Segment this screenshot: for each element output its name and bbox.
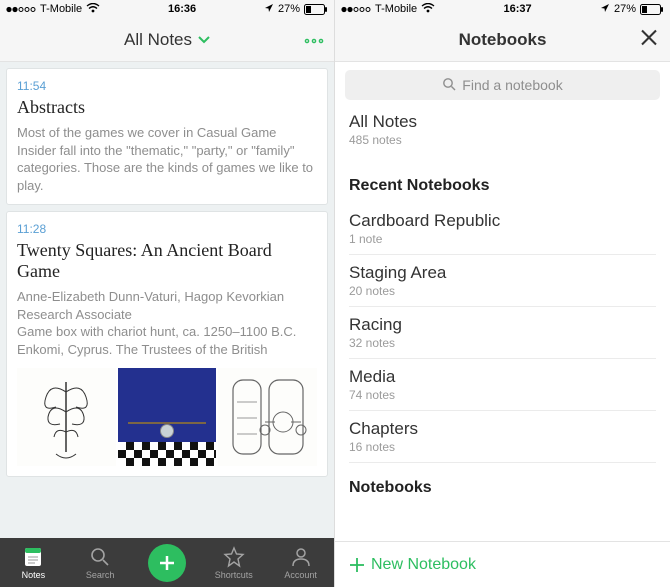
row-subtitle: 74 notes <box>349 388 656 402</box>
row-subtitle: 20 notes <box>349 284 656 298</box>
row-subtitle: 485 notes <box>349 133 656 147</box>
tab-add[interactable] <box>134 538 201 587</box>
row-subtitle: 32 notes <box>349 336 656 350</box>
thumbnail-image <box>118 368 217 466</box>
location-arrow-icon <box>264 3 274 16</box>
tab-notes[interactable]: Notes <box>0 538 67 587</box>
battery-pct-label: 27% <box>278 3 300 15</box>
nav-bar-notes: All Notes <box>0 18 334 62</box>
plus-icon <box>349 557 365 573</box>
section-header-recent: Recent Notebooks <box>349 161 656 203</box>
plus-icon <box>148 544 186 582</box>
notebook-row[interactable]: Racing 32 notes <box>349 307 656 359</box>
tab-label: Shortcuts <box>215 570 253 580</box>
status-bar: T-Mobile 16:36 27% <box>0 0 334 18</box>
notebook-row[interactable]: Chapters 16 notes <box>349 411 656 463</box>
row-title: Media <box>349 367 656 387</box>
nav-title: All Notes <box>124 30 192 50</box>
more-options-button[interactable] <box>304 31 324 49</box>
notes-list[interactable]: 11:54 Abstracts Most of the games we cov… <box>0 62 334 538</box>
battery-pct-label: 27% <box>614 3 636 15</box>
nav-bar-notebooks: Notebooks <box>335 18 670 62</box>
account-icon <box>290 545 312 569</box>
status-bar: T-Mobile 16:37 27% <box>335 0 670 18</box>
notes-icon <box>22 545 44 569</box>
tab-bar: Notes Search Shortcuts <box>0 538 334 587</box>
wifi-icon <box>421 3 435 16</box>
tab-search[interactable]: Search <box>67 538 134 587</box>
thumbnail-image <box>17 368 116 466</box>
chevron-down-icon <box>198 36 210 44</box>
carrier-label: T-Mobile <box>40 3 82 15</box>
search-icon <box>442 77 456 94</box>
nav-title-dropdown[interactable]: All Notes <box>124 30 210 50</box>
star-icon <box>223 545 245 569</box>
note-card[interactable]: 11:54 Abstracts Most of the games we cov… <box>6 68 328 205</box>
row-title: Staging Area <box>349 263 656 283</box>
battery-icon <box>640 4 664 15</box>
row-subtitle: 1 note <box>349 232 656 246</box>
clock: 16:37 <box>504 3 532 15</box>
section-header-notebooks: Notebooks <box>349 463 656 505</box>
search-icon <box>89 545 111 569</box>
note-snippet: Anne-Elizabeth Dunn-Vaturi, Hagop Kevork… <box>17 288 317 358</box>
row-title: Chapters <box>349 419 656 439</box>
notebooks-list[interactable]: All Notes 485 notes Recent Notebooks Car… <box>335 108 670 541</box>
notebook-row[interactable]: Cardboard Republic 1 note <box>349 203 656 255</box>
signal-dots-icon <box>6 6 36 13</box>
notebook-row[interactable]: Media 74 notes <box>349 359 656 411</box>
note-snippet: Most of the games we cover in Casual Gam… <box>17 124 317 194</box>
carrier-label: T-Mobile <box>375 3 417 15</box>
location-arrow-icon <box>600 3 610 16</box>
thumbnail-image <box>218 368 317 466</box>
note-card[interactable]: 11:28 Twenty Squares: An Ancient Board G… <box>6 211 328 477</box>
note-timestamp: 11:54 <box>17 79 317 93</box>
note-thumbnails <box>17 368 317 466</box>
clock: 16:36 <box>168 3 196 15</box>
note-timestamp: 11:28 <box>17 222 317 236</box>
notebook-row[interactable]: Staging Area 20 notes <box>349 255 656 307</box>
new-notebook-label: New Notebook <box>371 556 476 574</box>
note-title: Abstracts <box>17 97 317 118</box>
close-button[interactable] <box>640 28 658 51</box>
tab-label: Search <box>86 570 115 580</box>
row-title: All Notes <box>349 112 656 132</box>
wifi-icon <box>86 3 100 16</box>
tab-shortcuts[interactable]: Shortcuts <box>200 538 267 587</box>
signal-dots-icon <box>341 6 371 13</box>
search-placeholder: Find a notebook <box>462 77 562 93</box>
battery-icon <box>304 4 328 15</box>
all-notes-row[interactable]: All Notes 485 notes <box>349 108 656 161</box>
row-title: Racing <box>349 315 656 335</box>
nav-title: Notebooks <box>459 30 547 50</box>
row-subtitle: 16 notes <box>349 440 656 454</box>
row-title: Cardboard Republic <box>349 211 656 231</box>
note-title: Twenty Squares: An Ancient Board Game <box>17 240 317 282</box>
tab-label: Account <box>284 570 317 580</box>
tab-label: Notes <box>22 570 46 580</box>
new-notebook-button[interactable]: New Notebook <box>335 541 670 587</box>
tab-account[interactable]: Account <box>267 538 334 587</box>
search-input[interactable]: Find a notebook <box>345 70 660 100</box>
